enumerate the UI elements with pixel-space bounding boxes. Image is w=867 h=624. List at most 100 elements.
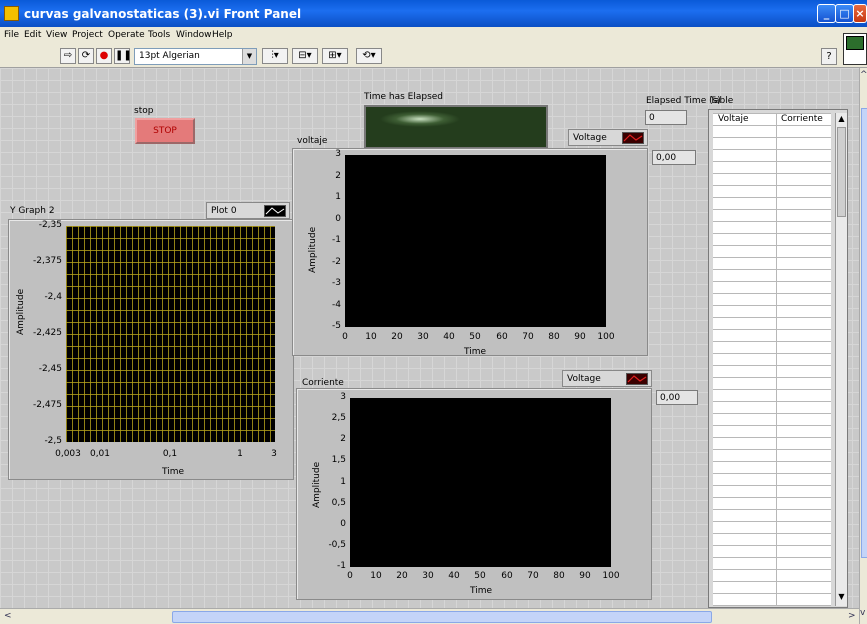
y-tick-label: -2 — [332, 256, 341, 267]
help-icon[interactable]: ? — [821, 48, 837, 65]
menu-file[interactable]: File — [4, 30, 19, 40]
y-tick-label: -2,5 — [44, 436, 62, 446]
y-tick-label: -2,425 — [32, 328, 62, 338]
x-tick-label: 60 — [501, 571, 513, 581]
ygraph-xlabel: Time — [162, 467, 185, 477]
x-tick-label: 50 — [469, 332, 481, 342]
ygraph-label: Y Graph 2 — [10, 206, 55, 216]
x-tick-label: 70 — [522, 332, 534, 342]
x-tick-label: 3 — [271, 449, 277, 459]
x-tick-label: 0,1 — [162, 449, 178, 459]
menu-tools[interactable]: Tools — [148, 30, 170, 40]
abort-icon[interactable]: ● — [96, 48, 112, 64]
elapsed-time-indicator: 0 — [645, 110, 687, 125]
x-tick-label: 0 — [347, 571, 353, 581]
vi-connector-icon[interactable] — [843, 33, 867, 65]
voltaje-legend-label: Voltage — [573, 133, 607, 143]
scroll-up-icon[interactable]: ^ — [860, 70, 867, 80]
voltaje-plot-area[interactable] — [345, 155, 606, 327]
align-objects-icon[interactable]: ⫶▾ — [262, 48, 288, 64]
menu-project[interactable]: Project — [72, 30, 103, 40]
x-tick-label: 0 — [342, 332, 348, 342]
menu-bar: File Edit View Project Operate Tools Win… — [0, 27, 867, 44]
scroll-right-icon[interactable]: > — [848, 611, 856, 621]
corriente-plot-area[interactable] — [350, 398, 611, 567]
labview-app-icon — [4, 6, 19, 21]
panel-hscroll-thumb[interactable] — [172, 611, 712, 623]
y-tick-label: 3 — [340, 392, 346, 402]
voltaje-label: voltaje — [297, 136, 328, 146]
table-vertical-scrollbar[interactable]: ▲ ▼ — [835, 113, 847, 606]
maximize-button[interactable]: □ — [835, 4, 854, 23]
table-control[interactable]: Voltaje Corriente ▲ ▼ — [708, 109, 848, 608]
scroll-up-icon[interactable]: ▲ — [836, 113, 847, 125]
x-tick-label: 1 — [237, 449, 243, 459]
close-button[interactable]: × — [853, 4, 867, 23]
distribute-objects-icon[interactable]: ⊟▾ — [292, 48, 318, 64]
corriente-plot-legend[interactable]: Voltage — [562, 370, 652, 387]
table-scroll-thumb[interactable] — [837, 127, 846, 217]
y-tick-label: 1 — [335, 192, 341, 202]
plot-line-swatch-icon — [264, 205, 286, 217]
plot-line-swatch-icon — [622, 132, 644, 144]
x-tick-label: 100 — [602, 571, 620, 581]
font-select[interactable]: 13pt Algerian ▼ — [134, 48, 257, 65]
title-bar: curvas galvanostaticas (3).vi Front Pane… — [0, 0, 867, 27]
run-continuously-icon[interactable]: ⟳ — [78, 48, 94, 64]
ygraph-legend-label: Plot 0 — [211, 206, 237, 216]
x-tick-label: 70 — [527, 571, 539, 581]
front-panel: stop STOP Time has Elapsed Elapsed Time … — [0, 68, 859, 608]
menu-edit[interactable]: Edit — [24, 30, 41, 40]
time-elapsed-led — [364, 105, 548, 149]
y-tick-label: -2,4 — [44, 292, 62, 302]
run-arrow-icon[interactable]: ⇨ — [60, 48, 76, 64]
voltaje-xlabel: Time — [464, 347, 487, 357]
panel-horizontal-scrollbar[interactable]: < > — [0, 608, 859, 624]
x-tick-label: 40 — [448, 571, 460, 581]
y-tick-label: -3 — [332, 278, 341, 288]
stop-button[interactable]: STOP — [135, 118, 195, 144]
menu-view[interactable]: View — [46, 30, 67, 40]
corriente-legend-label: Voltage — [567, 374, 601, 384]
minimize-button[interactable]: _ — [817, 4, 836, 23]
corriente-label: Corriente — [302, 378, 344, 388]
reorder-icon[interactable]: ⟲▾ — [356, 48, 382, 64]
panel-vscroll-thumb[interactable] — [861, 108, 867, 558]
scroll-left-icon[interactable]: < — [4, 611, 12, 621]
x-tick-label: 80 — [548, 332, 560, 342]
y-tick-label: -2,45 — [38, 364, 62, 374]
chevron-down-icon: ▼ — [242, 49, 256, 64]
y-tick-label: 2 — [335, 170, 341, 181]
pause-icon[interactable]: ❚❚ — [114, 48, 132, 64]
menu-operate[interactable]: Operate — [108, 30, 145, 40]
voltaje-readout: 0,00 — [652, 150, 696, 165]
table-grid — [713, 113, 831, 606]
scroll-down-icon[interactable]: ▼ — [836, 591, 847, 603]
x-tick-label: 20 — [396, 571, 408, 581]
ygraph-plot-legend[interactable]: Plot 0 — [206, 202, 290, 219]
y-tick-label: 0 — [340, 518, 346, 529]
plot-line-swatch-icon — [626, 373, 648, 385]
menu-window[interactable]: Window — [176, 30, 212, 40]
ygraph-plot-area[interactable] — [66, 226, 275, 442]
x-tick-label: 30 — [422, 571, 434, 581]
panel-vertical-scrollbar[interactable]: ^ v — [859, 68, 867, 624]
menu-help[interactable]: Help — [212, 30, 233, 40]
x-tick-label: 0,01 — [89, 449, 111, 459]
corriente-xlabel: Time — [470, 586, 493, 596]
scroll-down-icon[interactable]: v — [860, 608, 865, 618]
x-tick-label: 0,003 — [55, 449, 81, 459]
x-tick-label: 80 — [553, 571, 565, 581]
x-tick-label: 90 — [574, 332, 586, 342]
stop-label: stop — [134, 106, 154, 116]
y-tick-label: -2,475 — [32, 400, 62, 410]
y-tick-label: -4 — [332, 299, 341, 310]
x-tick-label: 100 — [597, 332, 615, 342]
toolbar: ⇨ ⟳ ● ❚❚ 13pt Algerian ▼ ⫶▾ ⊟▾ ⊞▾ ⟲▾ ? — [0, 44, 867, 68]
font-select-value: 13pt Algerian — [139, 51, 200, 61]
y-tick-label: 2,5 — [331, 413, 346, 424]
resize-objects-icon[interactable]: ⊞▾ — [322, 48, 348, 64]
y-tick-label: 0 — [335, 213, 341, 224]
y-tick-label: 3 — [335, 149, 341, 159]
voltaje-plot-legend[interactable]: Voltage — [568, 129, 648, 146]
